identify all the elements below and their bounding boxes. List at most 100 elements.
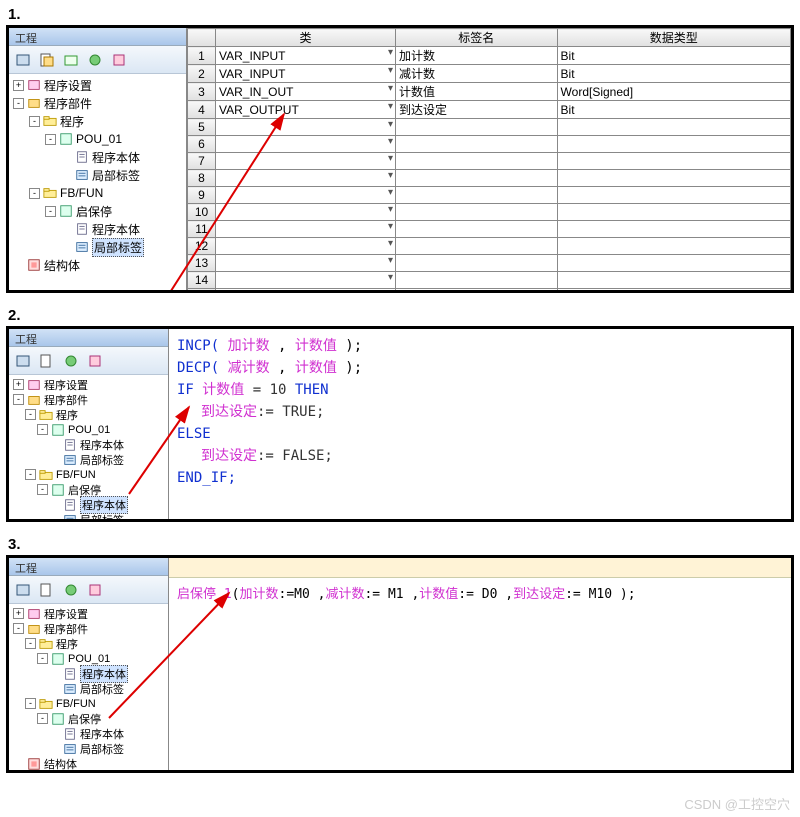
tree-item[interactable]: -程序部件 xyxy=(9,621,168,636)
tree-item[interactable]: 程序本体 xyxy=(9,726,168,741)
tool-icon[interactable] xyxy=(36,350,58,372)
tree-item[interactable]: 局部标签 xyxy=(9,238,186,256)
tree-twisty-icon[interactable]: - xyxy=(13,98,24,109)
cell-tagname[interactable] xyxy=(396,170,558,187)
cell-datatype[interactable] xyxy=(557,136,790,153)
cell-datatype[interactable]: Bit xyxy=(557,65,790,83)
tool-icon[interactable] xyxy=(60,579,82,601)
cell-datatype[interactable]: Bit xyxy=(557,47,790,65)
cell-class[interactable]: VAR_OUTPUT xyxy=(216,101,396,119)
cell-datatype[interactable] xyxy=(557,153,790,170)
tree-item[interactable]: 程序本体 xyxy=(9,497,168,512)
tree-twisty-icon[interactable]: + xyxy=(13,379,24,390)
grid-row[interactable]: 7 xyxy=(188,153,791,170)
cell-class[interactable] xyxy=(216,170,396,187)
project-tree[interactable]: +程序设置-程序部件-程序-POU_01程序本体局部标签-FB/FUN-启保停程… xyxy=(9,74,186,276)
tree-item[interactable]: 局部软元件注释 xyxy=(9,771,168,773)
tree-item[interactable]: -FB/FUN xyxy=(9,467,168,482)
grid-header[interactable]: 类 xyxy=(216,29,396,47)
cell-tagname[interactable]: 减计数 xyxy=(396,65,558,83)
tool-icon-3[interactable] xyxy=(60,49,82,71)
project-tree[interactable]: +程序设置-程序部件-程序-POU_01程序本体局部标签-FB/FUN-启保停程… xyxy=(9,604,168,773)
variable-grid[interactable]: 类标签名数据类型1VAR_INPUT加计数Bit2VAR_INPUT减计数Bit… xyxy=(187,28,791,293)
project-tree[interactable]: +程序设置-程序部件-程序-POU_01程序本体局部标签-FB/FUN-启保停程… xyxy=(9,375,168,522)
tool-icon-1[interactable] xyxy=(12,49,34,71)
tree-item[interactable]: 局部标签 xyxy=(9,512,168,522)
tool-icon[interactable] xyxy=(12,350,34,372)
tree-item[interactable]: +程序设置 xyxy=(9,377,168,392)
grid-header[interactable]: 标签名 xyxy=(396,29,558,47)
tree-twisty-icon[interactable]: - xyxy=(37,653,48,664)
cell-class[interactable] xyxy=(216,187,396,204)
tool-icon[interactable] xyxy=(36,579,58,601)
cell-tagname[interactable] xyxy=(396,136,558,153)
cell-datatype[interactable]: Bit xyxy=(557,101,790,119)
grid-row[interactable]: 14 xyxy=(188,272,791,289)
tool-icon[interactable] xyxy=(84,350,106,372)
tree-twisty-icon[interactable]: - xyxy=(25,698,36,709)
cell-tagname[interactable]: 加计数 xyxy=(396,47,558,65)
tree-item[interactable]: -POU_01 xyxy=(9,130,186,148)
code-editor[interactable]: INCP( 加计数 , 计数值 ); DECP( 减计数 , 计数值 ); IF… xyxy=(169,329,791,519)
tree-twisty-icon[interactable]: - xyxy=(29,188,40,199)
tree-twisty-icon[interactable]: - xyxy=(13,623,24,634)
grid-row[interactable]: 12 xyxy=(188,238,791,255)
grid-row[interactable]: 3VAR_IN_OUT计数值Word[Signed] xyxy=(188,83,791,101)
tree-item[interactable]: 程序本体 xyxy=(9,666,168,681)
grid-row[interactable]: 13 xyxy=(188,255,791,272)
tree-twisty-icon[interactable]: - xyxy=(37,713,48,724)
tree-item[interactable]: 局部标签 xyxy=(9,681,168,696)
tree-twisty-icon[interactable]: + xyxy=(13,608,24,619)
cell-datatype[interactable] xyxy=(557,289,790,294)
tab-bar[interactable] xyxy=(169,558,791,578)
cell-tagname[interactable]: 计数值 xyxy=(396,83,558,101)
tree-item[interactable]: -启保停 xyxy=(9,711,168,726)
cell-class[interactable] xyxy=(216,204,396,221)
tree-item[interactable]: -启保停 xyxy=(9,202,186,220)
cell-datatype[interactable] xyxy=(557,272,790,289)
tool-icon-4[interactable] xyxy=(84,49,106,71)
cell-class[interactable] xyxy=(216,272,396,289)
cell-datatype[interactable] xyxy=(557,119,790,136)
cell-datatype[interactable] xyxy=(557,238,790,255)
cell-datatype[interactable] xyxy=(557,170,790,187)
tree-twisty-icon[interactable]: - xyxy=(13,394,24,405)
cell-tagname[interactable] xyxy=(396,221,558,238)
cell-tagname[interactable] xyxy=(396,238,558,255)
tree-twisty-icon[interactable]: - xyxy=(25,409,36,420)
cell-datatype[interactable] xyxy=(557,204,790,221)
grid-row[interactable]: 8 xyxy=(188,170,791,187)
tree-twisty-icon[interactable]: - xyxy=(29,116,40,127)
grid-row[interactable]: 11 xyxy=(188,221,791,238)
tool-icon-2[interactable] xyxy=(36,49,58,71)
grid-row[interactable]: 5 xyxy=(188,119,791,136)
cell-tagname[interactable] xyxy=(396,204,558,221)
tree-item[interactable]: +程序设置 xyxy=(9,76,186,94)
cell-class[interactable] xyxy=(216,153,396,170)
grid-row[interactable]: 1VAR_INPUT加计数Bit xyxy=(188,47,791,65)
tree-item[interactable]: -程序部件 xyxy=(9,94,186,112)
cell-class[interactable] xyxy=(216,289,396,294)
cell-class[interactable]: VAR_INPUT xyxy=(216,47,396,65)
tree-item[interactable]: -FB/FUN xyxy=(9,184,186,202)
tree-item[interactable]: -FB/FUN xyxy=(9,696,168,711)
grid-row[interactable]: 15 xyxy=(188,289,791,294)
grid-row[interactable]: 6 xyxy=(188,136,791,153)
cell-class[interactable] xyxy=(216,119,396,136)
tool-icon[interactable] xyxy=(84,579,106,601)
cell-tagname[interactable] xyxy=(396,153,558,170)
tree-item[interactable]: 结构体 xyxy=(9,256,186,274)
cell-class[interactable]: VAR_IN_OUT xyxy=(216,83,396,101)
tree-item[interactable]: -程序 xyxy=(9,112,186,130)
cell-datatype[interactable]: Word[Signed] xyxy=(557,83,790,101)
tool-icon[interactable] xyxy=(12,579,34,601)
tree-item[interactable]: 局部标签 xyxy=(9,741,168,756)
tree-twisty-icon[interactable]: - xyxy=(45,206,56,217)
cell-datatype[interactable] xyxy=(557,221,790,238)
cell-datatype[interactable] xyxy=(557,255,790,272)
tree-item[interactable]: -程序部件 xyxy=(9,392,168,407)
cell-datatype[interactable] xyxy=(557,187,790,204)
tool-icon[interactable] xyxy=(60,350,82,372)
tree-item[interactable]: -程序 xyxy=(9,636,168,651)
tree-item[interactable]: 程序本体 xyxy=(9,220,186,238)
